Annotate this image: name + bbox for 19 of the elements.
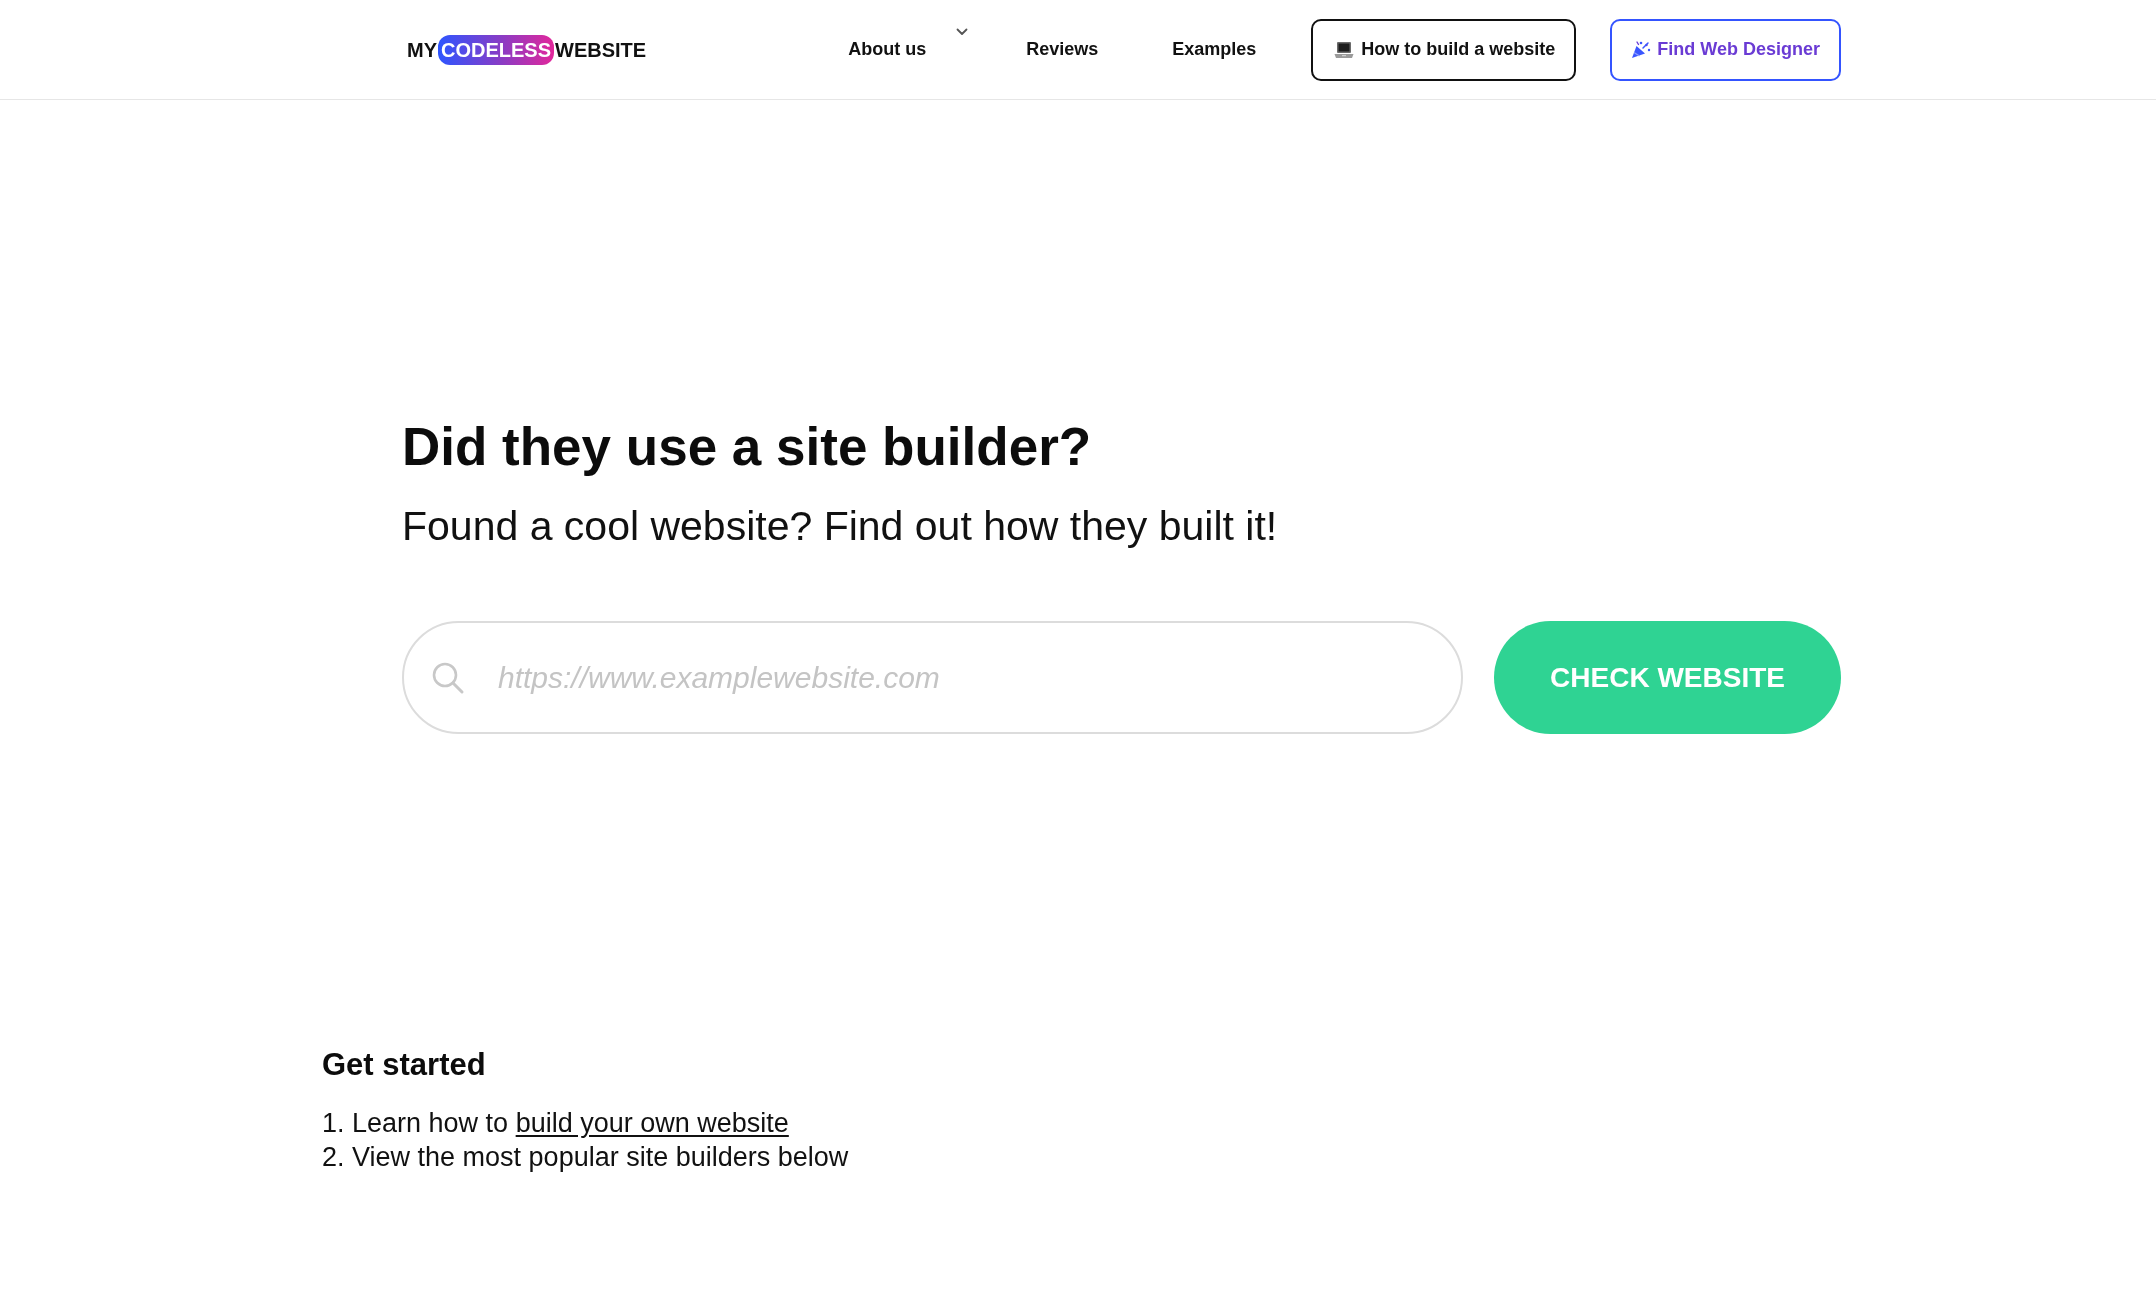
page-subtitle: Found a cool website? Find out how they built it! (402, 502, 1278, 551)
nav-link[interactable]: About us (848, 27, 969, 72)
laptop-icon (1334, 40, 1355, 59)
logo-badge: CODELESS (438, 34, 555, 65)
step-text: 2. View the most popular site builders below (322, 1141, 849, 1174)
chevron-down-icon (956, 27, 969, 36)
logo-text: WEBSITE (555, 38, 647, 61)
guide-button[interactable]: How to build a website (1311, 18, 1577, 81)
nav-link[interactable]: Examples (1172, 39, 1257, 60)
section-title: Get started (322, 1047, 486, 1083)
url-input[interactable]: https://www.examplewebsite.com (402, 621, 1463, 734)
step-text: 1. Learn how to build your own website (322, 1107, 789, 1140)
guide-link[interactable]: build your own website (515, 1108, 789, 1138)
logo-text: MY (407, 38, 437, 61)
party-popper-icon (1631, 40, 1652, 59)
nav-link[interactable]: Reviews (1026, 39, 1099, 60)
search-icon (431, 660, 465, 695)
designer-button[interactable]: Find Web Designer (1610, 18, 1841, 81)
page-title: Did they use a site builder? (402, 418, 1092, 476)
